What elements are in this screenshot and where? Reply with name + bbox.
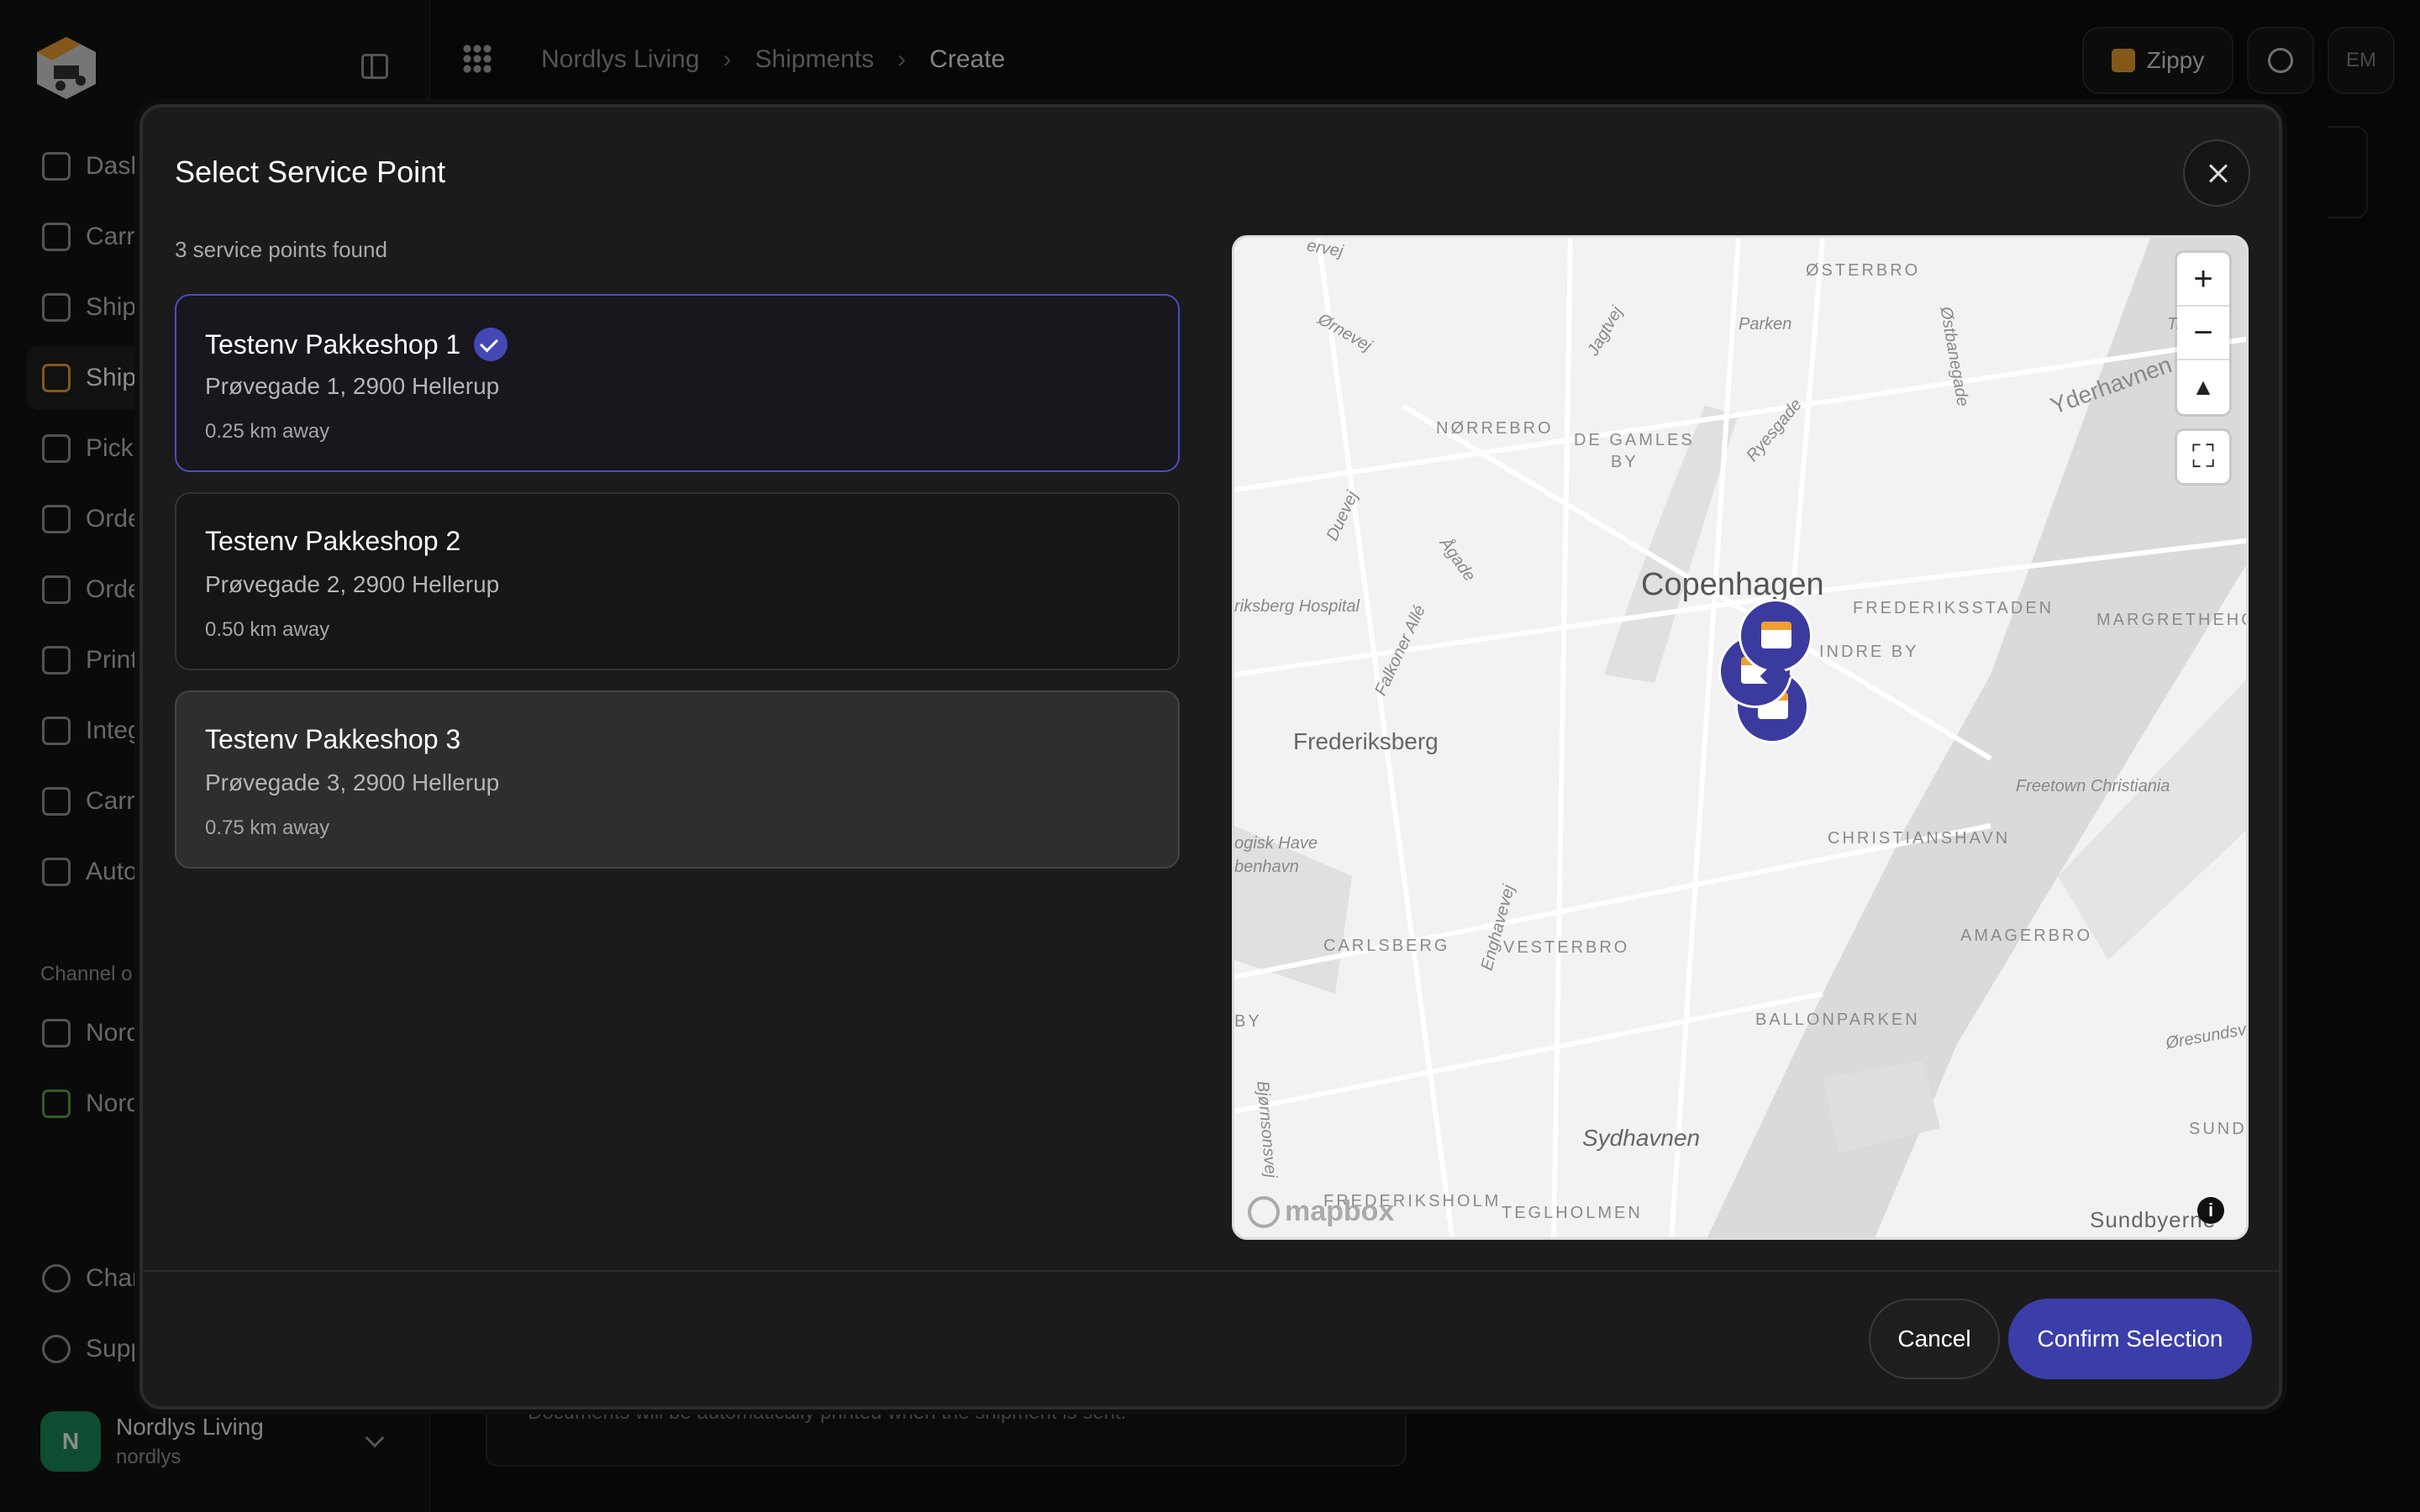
mapbox-logo-text: mapbox bbox=[1285, 1195, 1395, 1227]
map-label: riksberg Hospital bbox=[1234, 597, 1360, 616]
map-label: benhavn bbox=[1234, 858, 1299, 876]
compass-icon[interactable]: ▲ bbox=[2177, 360, 2229, 414]
modal-title: Select Service Point bbox=[175, 155, 446, 189]
service-point-address: Prøvegade 1, 2900 Hellerup bbox=[205, 373, 500, 399]
service-point-address: Prøvegade 2, 2900 Hellerup bbox=[205, 571, 500, 597]
service-point-count: 3 service points found bbox=[175, 237, 387, 262]
service-point-map[interactable]: ØSTERBRO Parken NØRREBRO DE GAMLES BY Co… bbox=[1232, 235, 2249, 1240]
map-label: VESTERBRO bbox=[1503, 938, 1630, 957]
service-point-name: Testenv Pakkeshop 2 bbox=[205, 526, 461, 556]
service-point-name: Testenv Pakkeshop 3 bbox=[205, 724, 461, 754]
map-label: FREDERIKSSTADEN bbox=[1853, 599, 2054, 617]
map-label: BY bbox=[1234, 1012, 1262, 1031]
service-point-name: Testenv Pakkeshop 1 bbox=[205, 328, 461, 360]
mapbox-logo-icon bbox=[1248, 1195, 1280, 1228]
modal-footer-divider bbox=[143, 1270, 2279, 1272]
confirm-selection-button[interactable]: Confirm Selection bbox=[2008, 1299, 2252, 1379]
map-label: Frederiksberg bbox=[1293, 728, 1439, 754]
map-label: INDRE BY bbox=[1819, 643, 1919, 661]
zoom-out-icon[interactable]: − bbox=[2177, 307, 2229, 360]
zoom-in-icon[interactable]: + bbox=[2177, 253, 2229, 307]
map-label: Copenhagen bbox=[1641, 567, 1824, 602]
service-point-distance: 0.75 km away bbox=[205, 816, 330, 839]
check-circle-icon bbox=[474, 328, 508, 361]
map-label: DE GAMLES bbox=[1574, 431, 1695, 449]
service-point-address: Prøvegade 3, 2900 Hellerup bbox=[205, 769, 500, 795]
service-point-option[interactable]: Testenv Pakkeshop 2 Prøvegade 2, 2900 He… bbox=[175, 492, 1180, 670]
app-root: Dash Carri Shipp Shipm Picku Orde Orde P… bbox=[0, 0, 2420, 1512]
service-point-modal: Select Service Point 3 service points fo… bbox=[139, 104, 2282, 1410]
map-label: ogisk Have bbox=[1234, 834, 1318, 853]
package-icon bbox=[1761, 622, 1791, 648]
map-label: CARLSBERG bbox=[1323, 937, 1450, 955]
map-zoom-controls: + − ▲ bbox=[2177, 253, 2229, 414]
map-label: ØSTERBRO bbox=[1806, 261, 1921, 280]
info-icon[interactable]: i bbox=[2197, 1197, 2224, 1224]
map-label: Parken bbox=[1739, 315, 1792, 333]
map-label: MARGRETHEHOLM bbox=[2096, 611, 2246, 629]
service-point-option[interactable]: Testenv Pakkeshop 3 Prøvegade 3, 2900 He… bbox=[175, 690, 1180, 869]
map-label: BALLONPARKEN bbox=[1755, 1011, 1920, 1029]
map-label: Freetown Christiania bbox=[2016, 777, 2170, 795]
fullscreen-icon[interactable]: ⛶ bbox=[2177, 431, 2229, 483]
map-label: BY bbox=[1611, 453, 1639, 471]
map-label: CHRISTIANSHAVN bbox=[1828, 829, 2011, 848]
map-label: AMAGERBRO bbox=[1960, 927, 2093, 945]
service-point-marker[interactable] bbox=[1739, 599, 1812, 673]
service-point-distance: 0.50 km away bbox=[205, 618, 330, 641]
map-label: TEGLHOLMEN bbox=[1502, 1204, 1643, 1222]
map-label: NØRREBRO bbox=[1436, 419, 1554, 438]
service-point-option[interactable]: Testenv Pakkeshop 1 Prøvegade 1, 2900 He… bbox=[175, 294, 1180, 472]
service-point-distance: 0.25 km away bbox=[205, 420, 330, 443]
mapbox-logo[interactable]: mapbox bbox=[1248, 1195, 1394, 1228]
cancel-button[interactable]: Cancel bbox=[1869, 1299, 2000, 1379]
close-button[interactable] bbox=[2183, 139, 2250, 207]
map-label: SUND bbox=[2189, 1120, 2247, 1138]
map-label: Sydhavnen bbox=[1582, 1125, 1701, 1151]
